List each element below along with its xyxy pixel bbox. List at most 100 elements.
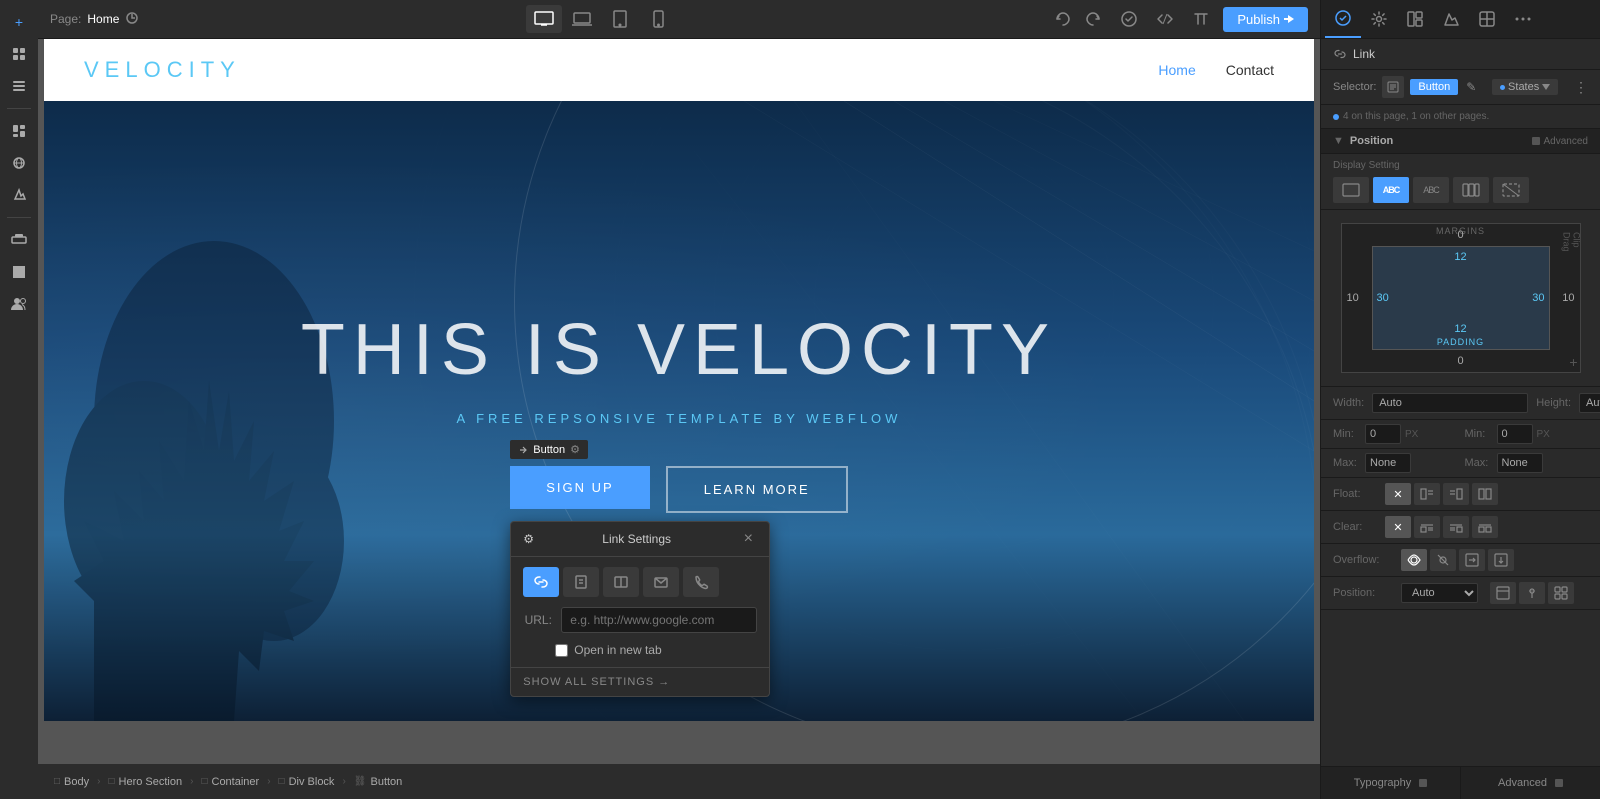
overflow-visible-btn[interactable]: [1401, 549, 1427, 571]
selector-tag-icon[interactable]: [1382, 76, 1404, 98]
code-view-btn[interactable]: [1151, 5, 1179, 33]
navigator-tool[interactable]: [5, 40, 33, 68]
selector-edit-icon[interactable]: ✎: [1466, 80, 1476, 94]
max-width-input[interactable]: [1365, 453, 1411, 473]
popup-close-button[interactable]: ×: [739, 530, 757, 548]
min-height-input[interactable]: [1497, 424, 1533, 444]
display-block-btn[interactable]: [1333, 177, 1369, 203]
position-row: Position: Auto Static Relative Absolute …: [1321, 577, 1600, 610]
cms-tool[interactable]: [5, 149, 33, 177]
settings-tab[interactable]: [1361, 0, 1397, 38]
states-dropdown[interactable]: States: [1492, 79, 1558, 95]
margin-left-value[interactable]: 10: [1347, 292, 1359, 304]
pad-bottom-value[interactable]: 12: [1454, 323, 1466, 335]
canvas-area[interactable]: VELOCITY Home Contact: [38, 39, 1320, 764]
components-panel-tab[interactable]: [1469, 0, 1505, 38]
float-none-btn[interactable]: ✕: [1385, 483, 1411, 505]
users-tool[interactable]: [5, 290, 33, 318]
open-new-tab-label[interactable]: Open in new tab: [574, 643, 661, 657]
show-all-settings-link[interactable]: SHOW ALL SETTINGS →: [523, 676, 757, 688]
position-label: Position:: [1333, 587, 1393, 599]
pad-left-value[interactable]: 30: [1377, 292, 1389, 304]
breadcrumb-div-block[interactable]: □ Div Block: [271, 772, 343, 792]
breadcrumb-button[interactable]: ⛓ Button: [346, 772, 411, 792]
laptop-device-btn[interactable]: [564, 5, 600, 33]
min-width-input[interactable]: [1365, 424, 1401, 444]
breadcrumb-container[interactable]: □ Container: [193, 772, 267, 792]
tablet-device-btn[interactable]: [602, 5, 638, 33]
desktop-device-btn[interactable]: [526, 5, 562, 33]
advanced-section-tab[interactable]: Advanced: [1461, 767, 1600, 799]
add-element-tool[interactable]: +: [5, 8, 33, 36]
position-sticky-btn[interactable]: [1490, 582, 1516, 604]
pad-right-value[interactable]: 30: [1532, 292, 1544, 304]
component-tool[interactable]: [5, 226, 33, 254]
undo-btn[interactable]: [1049, 5, 1077, 33]
more-panel-tab[interactable]: [1505, 0, 1541, 38]
link-type-phone[interactable]: [683, 567, 719, 597]
publish-button[interactable]: Publish: [1223, 7, 1308, 32]
breadcrumb-body[interactable]: □ Body: [46, 772, 97, 792]
redo-btn[interactable]: [1079, 5, 1107, 33]
mobile-device-btn[interactable]: [640, 5, 676, 33]
button-gear-icon[interactable]: ⚙: [570, 443, 580, 456]
float-both-btn[interactable]: [1472, 483, 1498, 505]
overflow-hidden-btn[interactable]: [1430, 549, 1456, 571]
float-right-btn[interactable]: [1443, 483, 1469, 505]
link-type-page[interactable]: [563, 567, 599, 597]
margin-right-value[interactable]: 10: [1562, 292, 1574, 304]
clear-both-btn[interactable]: [1472, 516, 1498, 538]
position-grid-btn[interactable]: [1548, 582, 1574, 604]
nav-contact-link[interactable]: Contact: [1226, 62, 1274, 78]
selector-more-icon[interactable]: ⋮: [1574, 79, 1588, 96]
display-none-btn[interactable]: [1493, 177, 1529, 203]
margin-bottom-value[interactable]: 0: [1457, 355, 1463, 367]
display-flex-btn[interactable]: [1453, 177, 1489, 203]
advanced-section-label: Advanced: [1498, 777, 1547, 789]
max-height-group: Max:: [1465, 453, 1589, 473]
pad-top-value[interactable]: 12: [1454, 251, 1466, 263]
selector-tag[interactable]: Button: [1410, 79, 1458, 95]
clear-label: Clear:: [1333, 521, 1377, 533]
typography-section-tab[interactable]: Typography: [1321, 767, 1461, 799]
overflow-scroll-x-btn[interactable]: [1459, 549, 1485, 571]
typography-editor-btn[interactable]: [1187, 5, 1215, 33]
margin-top-value[interactable]: 0: [1457, 229, 1463, 241]
layers-tool[interactable]: [5, 72, 33, 100]
float-left-btn[interactable]: [1414, 483, 1440, 505]
learn-more-button[interactable]: LEARN MORE: [666, 466, 848, 513]
link-type-email[interactable]: [643, 567, 679, 597]
display-inline-btn[interactable]: ABC: [1413, 177, 1449, 203]
refresh-icon[interactable]: [125, 11, 141, 27]
position-section-header[interactable]: ▼ Position Advanced: [1321, 129, 1600, 154]
assets-tool[interactable]: [5, 117, 33, 145]
max-height-input[interactable]: [1497, 453, 1543, 473]
position-select[interactable]: Auto Static Relative Absolute Fixed: [1401, 583, 1478, 603]
spacing-plus-button[interactable]: +: [1569, 354, 1577, 370]
clear-left-btn[interactable]: [1414, 516, 1440, 538]
grid-tool[interactable]: [5, 258, 33, 286]
height-input[interactable]: [1579, 393, 1600, 413]
display-inline-block-btn[interactable]: ABC: [1373, 177, 1409, 203]
nav-home-link[interactable]: Home: [1158, 62, 1195, 78]
overflow-scroll-y-btn[interactable]: [1488, 549, 1514, 571]
usage-dot: [1333, 114, 1339, 120]
top-bar-right: Publish: [1049, 5, 1308, 33]
width-input[interactable]: [1372, 393, 1528, 413]
link-type-section[interactable]: [603, 567, 639, 597]
clear-right-btn[interactable]: [1443, 516, 1469, 538]
max-width-group: Max:: [1333, 453, 1457, 473]
open-new-tab-checkbox[interactable]: [555, 644, 568, 657]
styles-tab[interactable]: [1325, 0, 1361, 38]
link-type-url[interactable]: [523, 567, 559, 597]
float-row: Float: ✕: [1321, 478, 1600, 511]
clear-none-btn[interactable]: ✕: [1385, 516, 1411, 538]
interactions-tool[interactable]: [5, 181, 33, 209]
signup-button[interactable]: SIGN UP: [510, 466, 649, 509]
layout-tab[interactable]: [1397, 0, 1433, 38]
popup-url-input[interactable]: [561, 607, 757, 633]
breadcrumb-hero-section[interactable]: □ Hero Section: [100, 772, 190, 792]
status-check-btn[interactable]: [1115, 5, 1143, 33]
interactions-panel-tab[interactable]: [1433, 0, 1469, 38]
position-pin-btn[interactable]: [1519, 582, 1545, 604]
